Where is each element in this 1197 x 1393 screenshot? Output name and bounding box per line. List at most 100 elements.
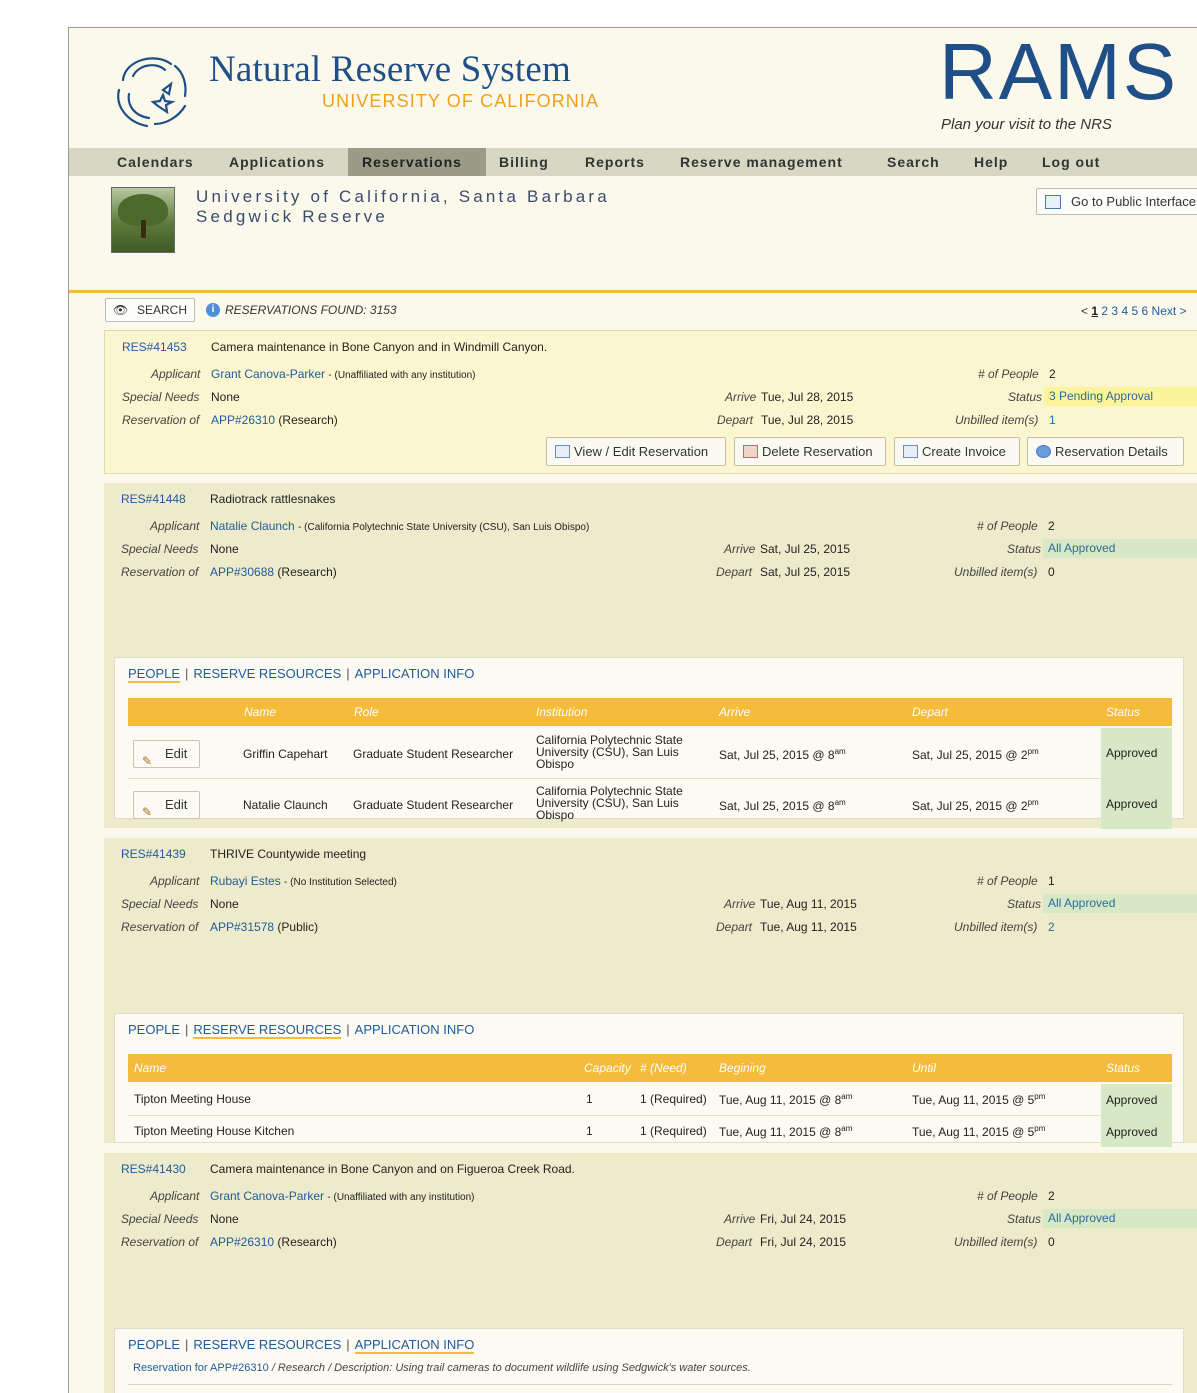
person-name: Griffin Capehart	[243, 747, 328, 761]
pager-page-6[interactable]: 6	[1142, 304, 1149, 318]
col-status: Status	[1106, 1061, 1141, 1075]
depart-value: Tue, Jul 28, 2015	[761, 413, 854, 427]
pager-next[interactable]: Next >	[1152, 304, 1187, 318]
special-needs-label: Special Needs	[122, 390, 200, 404]
tab-application-info[interactable]: APPLICATION INFO	[355, 666, 475, 681]
nav-calendars[interactable]: Calendars	[103, 148, 208, 176]
person-depart: Sat, Jul 25, 2015 @ 2pm	[912, 798, 1039, 813]
status-badge: All Approved	[1043, 539, 1197, 558]
tab-people[interactable]: PEOPLE	[128, 1022, 180, 1037]
reservation-details-button[interactable]: Reservation Details	[1027, 437, 1184, 466]
depart-value: Tue, Aug 11, 2015	[760, 920, 857, 934]
applicant-link[interactable]: Grant Canova-Parker	[210, 1189, 324, 1203]
person-arrive: Sat, Jul 25, 2015 @ 8am	[719, 747, 846, 762]
reservation-card: RES#41439 THRIVE Countywide meeting Appl…	[104, 838, 1197, 1147]
unbilled-label: Unbilled item(s)	[954, 565, 1038, 579]
public-interface-button[interactable]: Go to Public Interface	[1036, 188, 1197, 215]
create-invoice-button[interactable]: Create Invoice	[894, 437, 1020, 466]
depart-value: Fri, Jul 24, 2015	[760, 1235, 847, 1249]
table-row: ✎ Edit Natalie Claunch Graduate Student R…	[128, 779, 1172, 829]
reservation-id-link[interactable]: RES#41453	[122, 340, 187, 354]
edit-person-button[interactable]: ✎ Edit	[133, 740, 200, 768]
tab-reserve-resources[interactable]: RESERVE RESOURCES	[193, 1022, 342, 1039]
col-status: Status	[1106, 705, 1141, 719]
arrive-value: Tue, Jul 28, 2015	[761, 390, 854, 404]
resource-need: 1 (Required)	[640, 1124, 707, 1138]
col-depart: Depart	[912, 705, 949, 719]
nav-billing[interactable]: Billing	[485, 148, 563, 176]
tab-application-info[interactable]: APPLICATION INFO	[355, 1022, 475, 1037]
nav-search[interactable]: Search	[873, 148, 954, 176]
unbilled-label: Unbilled item(s)	[955, 413, 1039, 427]
nav-log-out[interactable]: Log out	[1028, 148, 1114, 176]
table-row: ✎ Edit Griffin Capehart Graduate Student …	[128, 728, 1172, 779]
resource-name: Tipton Meeting House	[134, 1092, 251, 1106]
tab-people[interactable]: PEOPLE	[128, 1337, 180, 1352]
application-info-link[interactable]: Reservation for APP#26310	[133, 1362, 269, 1374]
resource-status: Approved	[1101, 1116, 1172, 1147]
application-link[interactable]: APP#26310	[210, 1235, 274, 1249]
view-edit-reservation-button[interactable]: View / Edit Reservation	[546, 437, 726, 466]
application-link[interactable]: APP#31578	[210, 920, 274, 934]
reservation-card: RES#41448 Radiotrack rattlesnakes Applic…	[104, 483, 1197, 829]
reservation-of-label: Reservation of	[121, 1235, 199, 1249]
application-link[interactable]: APP#26310	[211, 413, 275, 427]
num-people-value: 2	[1048, 1189, 1055, 1203]
reservation-title: THRIVE Countywide meeting	[210, 847, 367, 861]
special-needs-value: None	[210, 542, 239, 556]
tab-reserve-resources[interactable]: RESERVE RESOURCES	[193, 1337, 341, 1352]
resource-status: Approved	[1101, 1084, 1172, 1115]
status-label: Status	[1007, 1212, 1042, 1226]
status-badge: All Approved	[1043, 894, 1197, 913]
tab-reserve-resources[interactable]: RESERVE RESOURCES	[193, 666, 341, 681]
num-people-label: # of People	[977, 519, 1038, 533]
num-people-label: # of People	[977, 1189, 1038, 1203]
pager-page-1[interactable]: 1	[1091, 304, 1098, 318]
unbilled-value: 0	[1048, 1235, 1055, 1249]
person-edit-icon: ✎	[142, 754, 153, 768]
arrive-label: Arrive	[724, 542, 756, 556]
reservation-title: Camera maintenance in Bone Canyon and in…	[211, 340, 548, 354]
num-people-label: # of People	[977, 874, 1038, 888]
reservation-id-link[interactable]: RES#41430	[121, 1162, 186, 1176]
detail-tabs: PEOPLE | RESERVE RESOURCES | APPLICATION INF…	[128, 1022, 475, 1039]
reservation-id-link[interactable]: RES#41448	[121, 492, 186, 506]
reserve-name: Sedgwick Reserve	[196, 207, 388, 226]
pager-prev[interactable]: <	[1081, 304, 1088, 318]
depart-label: Depart	[717, 413, 754, 427]
tab-application-info[interactable]: APPLICATION INFO	[354, 1337, 475, 1354]
resources-table-header: Name Capacity # (Need) Begining Until St…	[128, 1054, 1172, 1082]
table-row: Tipton Meeting House Kitchen 1 1 (Requir…	[128, 1116, 1172, 1147]
reservation-id-link[interactable]: RES#41439	[121, 847, 186, 861]
special-needs-value: None	[211, 390, 240, 404]
tab-people[interactable]: PEOPLE	[128, 666, 181, 683]
pager-page-4[interactable]: 4	[1121, 304, 1128, 318]
search-button[interactable]: 👁 SEARCH	[105, 298, 195, 322]
col-institution: Institution	[536, 705, 588, 719]
delete-icon	[743, 445, 758, 458]
nav-help[interactable]: Help	[960, 148, 1022, 176]
status-label: Status	[1007, 542, 1042, 556]
num-people-value: 1	[1048, 874, 1055, 888]
pager-page-5[interactable]: 5	[1131, 304, 1138, 318]
applicant-value: Grant Canova-Parker - (Unaffiliated with…	[210, 1189, 475, 1203]
person-arrive: Sat, Jul 25, 2015 @ 8am	[719, 798, 846, 813]
delete-reservation-button[interactable]: Delete Reservation	[734, 437, 886, 466]
application-link[interactable]: APP#30688	[210, 565, 274, 579]
applicant-link[interactable]: Grant Canova-Parker	[211, 367, 325, 381]
pager-page-2[interactable]: 2	[1101, 304, 1108, 318]
resource-begin: Tue, Aug 11, 2015 @ 8am	[719, 1092, 853, 1107]
reservation-of-label: Reservation of	[121, 920, 199, 934]
pager-page-3[interactable]: 3	[1111, 304, 1118, 318]
edit-person-button[interactable]: ✎ Edit	[133, 791, 200, 819]
nav-reservations[interactable]: Reservations	[348, 148, 486, 176]
applicant-link[interactable]: Rubayi Estes	[210, 874, 281, 888]
special-needs-label: Special Needs	[121, 1212, 199, 1226]
nav-applications[interactable]: Applications	[215, 148, 339, 176]
special-needs-value: None	[210, 1212, 239, 1226]
unbilled-value: 0	[1048, 565, 1055, 579]
applicant-link[interactable]: Natalie Claunch	[210, 519, 295, 533]
resource-until: Tue, Aug 11, 2015 @ 5pm	[912, 1092, 1046, 1107]
nav-reports[interactable]: Reports	[571, 148, 659, 176]
nav-reserve-management[interactable]: Reserve management	[666, 148, 857, 176]
